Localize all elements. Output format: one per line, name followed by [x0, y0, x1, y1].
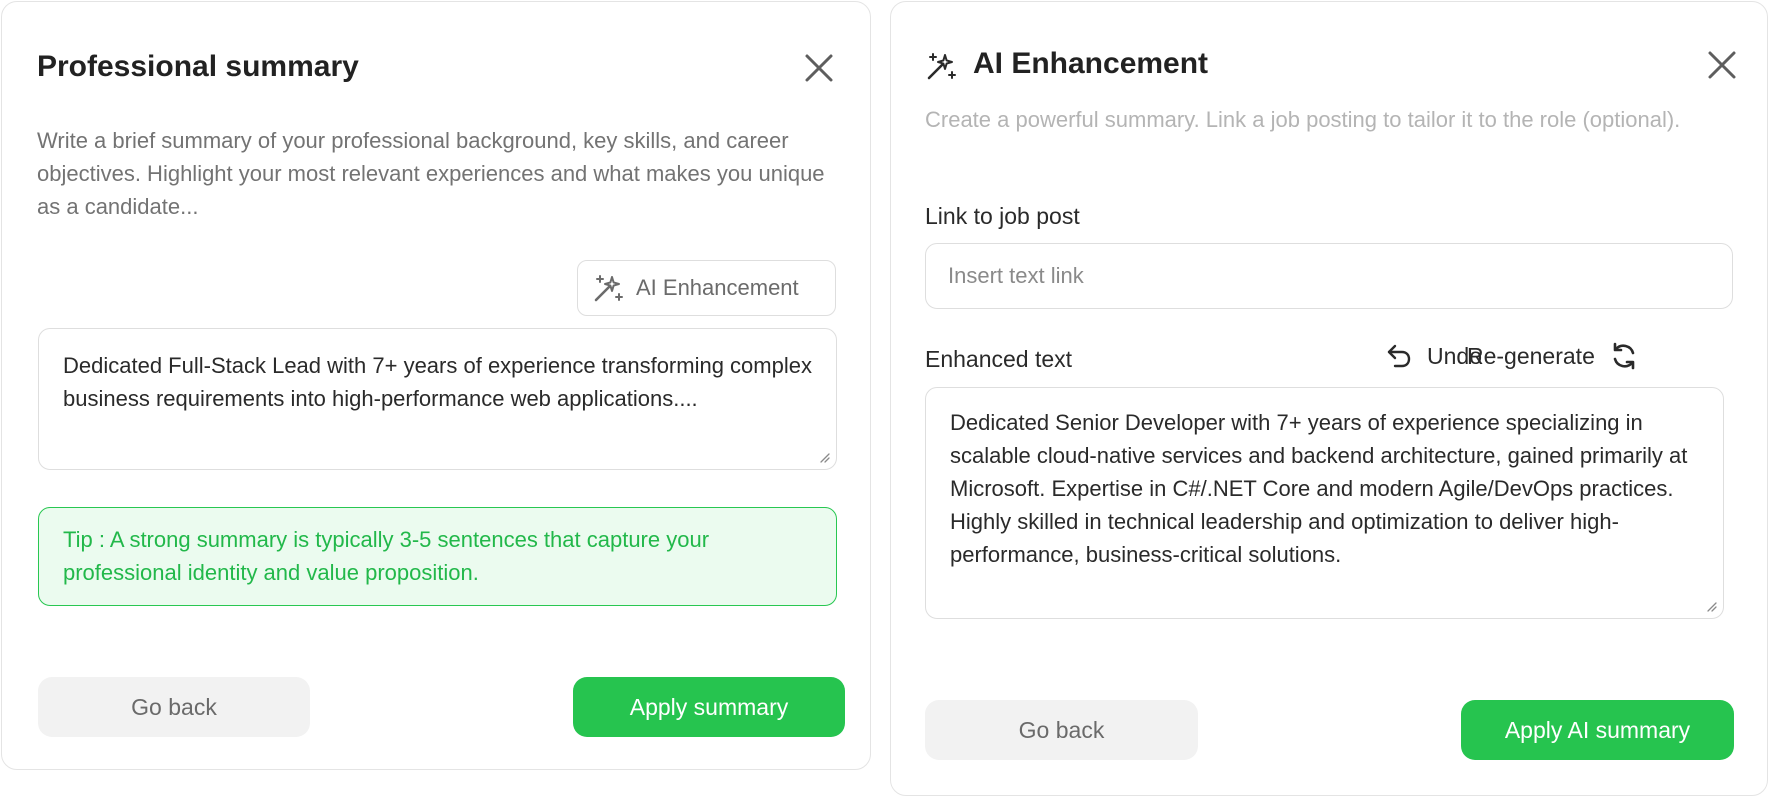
close-icon — [805, 54, 833, 82]
resize-grip-icon[interactable] — [818, 451, 830, 463]
dialog-title: Professional summary — [37, 50, 359, 83]
ai-enhancement-label: AI Enhancement — [636, 275, 799, 300]
close-icon — [1708, 51, 1736, 79]
enhanced-textarea[interactable]: Dedicated Senior Developer with 7+ years… — [925, 387, 1724, 619]
go-back-button[interactable]: Go back — [38, 677, 310, 737]
magic-wand-icon — [927, 53, 956, 80]
dialog-description: Write a brief summary of your profession… — [37, 128, 825, 219]
dialog-title: AI Enhancement — [973, 47, 1209, 80]
apply-summary-button[interactable]: Apply summary — [573, 677, 845, 737]
tip-text: Tip : A strong summary is typically 3-5 … — [63, 527, 710, 585]
professional-summary-dialog: Professional summary Write a brief summa… — [1, 1, 871, 770]
undo-icon — [1387, 344, 1411, 368]
resize-grip-icon[interactable] — [1705, 600, 1717, 612]
close-button[interactable] — [1704, 47, 1740, 83]
dialog-description: Create a powerful summary. Link a job po… — [925, 107, 1681, 132]
job-post-link-input[interactable] — [925, 243, 1733, 309]
refresh-icon — [1613, 342, 1635, 370]
stage: Professional summary Write a brief summa… — [0, 0, 1770, 797]
tip-box: Tip : A strong summary is typically 3-5 … — [38, 507, 837, 606]
regenerate-button[interactable]: Re-generate — [1467, 341, 1639, 371]
ai-enhancement-button[interactable]: AI Enhancement — [577, 260, 836, 316]
regenerate-label: Re-generate — [1467, 342, 1595, 369]
ai-enhancement-dialog: AI Enhancement Create a powerful summary… — [890, 1, 1768, 796]
close-button[interactable] — [801, 50, 837, 86]
apply-ai-summary-button[interactable]: Apply AI summary — [1461, 700, 1734, 760]
magic-wand-icon — [594, 275, 623, 302]
summary-text: Dedicated Full-Stack Lead with 7+ years … — [63, 353, 812, 411]
enhanced-text: Dedicated Senior Developer with 7+ years… — [950, 410, 1688, 567]
link-label: Link to job post — [925, 203, 1080, 229]
summary-textarea[interactable]: Dedicated Full-Stack Lead with 7+ years … — [38, 328, 837, 470]
go-back-button[interactable]: Go back — [925, 700, 1198, 760]
enhanced-text-label: Enhanced text — [925, 346, 1073, 372]
